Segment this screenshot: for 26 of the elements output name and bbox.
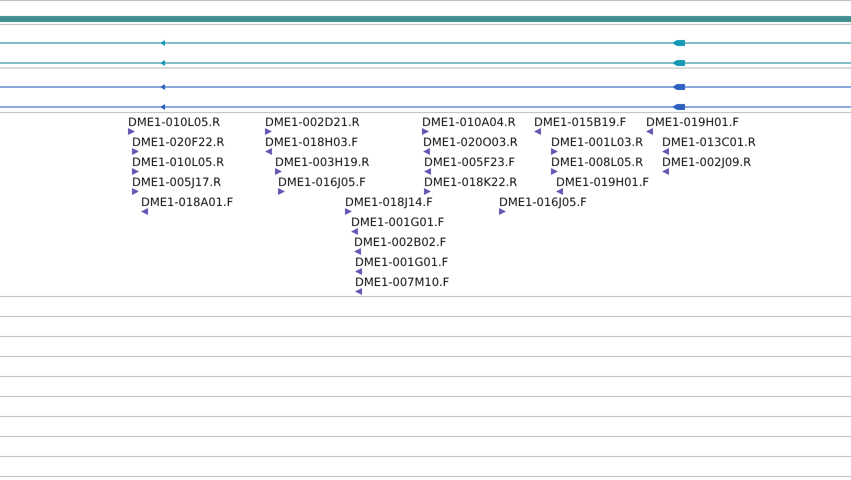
feature-label: DME1-010L05.R bbox=[128, 115, 220, 129]
feature-label: DME1-019H01.F bbox=[556, 175, 650, 189]
feature-label: DME1-020F22.R bbox=[132, 135, 224, 149]
feature-label: DME1-001G01.F bbox=[351, 215, 444, 229]
feature-label: DME1-001L03.R bbox=[551, 135, 644, 149]
feature-label: DME1-019H01.F bbox=[646, 115, 740, 129]
feature-label: DME1-010L05.R bbox=[132, 155, 224, 169]
feature-label: DME1-016J05.F bbox=[278, 175, 366, 189]
feature-label: DME1-005F23.F bbox=[424, 155, 515, 169]
feature-label: DME1-020O03.R bbox=[423, 135, 518, 149]
feature-label: DME1-007M10.F bbox=[355, 275, 450, 289]
feature-label: DME1-005J17.R bbox=[132, 175, 222, 189]
feature-label: DME1-013C01.R bbox=[662, 135, 756, 149]
feature-label: DME1-018K22.R bbox=[424, 175, 518, 189]
feature-label: DME1-002D21.R bbox=[265, 115, 360, 129]
feature-label: DME1-001G01.F bbox=[355, 255, 448, 269]
feature-label: DME1-002B02.F bbox=[354, 235, 446, 249]
feature-label: DME1-015B19.F bbox=[534, 115, 626, 129]
feature-label: DME1-008L05.R bbox=[551, 155, 644, 169]
feature-label: DME1-002J09.R bbox=[662, 155, 752, 169]
feature-label: DME1-016J05.F bbox=[499, 195, 587, 209]
feature-label: DME1-018H03.F bbox=[265, 135, 358, 149]
feature-label: DME1-010A04.R bbox=[422, 115, 516, 129]
feature-label: DME1-018J14.F bbox=[345, 195, 433, 209]
feature-label: DME1-018A01.F bbox=[141, 195, 234, 209]
feature-label: DME1-003H19.R bbox=[275, 155, 370, 169]
